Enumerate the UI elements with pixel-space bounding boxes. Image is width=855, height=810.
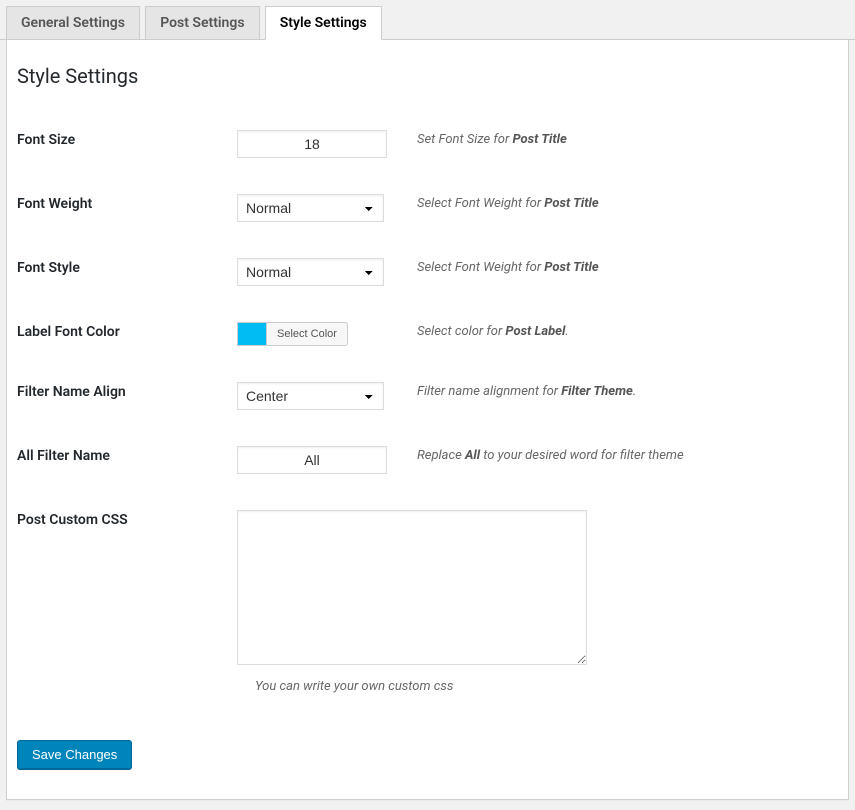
- filter-name-align-label: Filter Name Align: [17, 364, 237, 428]
- font-weight-select[interactable]: Normal: [237, 194, 384, 222]
- post-custom-css-textarea[interactable]: [237, 510, 587, 665]
- all-filter-name-label: All Filter Name: [17, 428, 237, 492]
- label-color-description: Select color for Post Label.: [417, 304, 838, 364]
- settings-tabs: General Settings Post Settings Style Set…: [0, 0, 855, 40]
- all-filter-name-input[interactable]: [237, 446, 387, 474]
- style-settings-panel: Style Settings Font Size Set Font Size f…: [6, 40, 849, 800]
- color-swatch[interactable]: [237, 322, 267, 346]
- filter-name-align-select[interactable]: Center: [237, 382, 384, 410]
- page-title: Style Settings: [17, 64, 838, 88]
- tab-style-settings[interactable]: Style Settings: [265, 6, 382, 40]
- save-changes-button[interactable]: Save Changes: [17, 740, 132, 769]
- tab-general-settings[interactable]: General Settings: [6, 6, 140, 40]
- select-color-button[interactable]: Select Color: [267, 322, 348, 346]
- settings-form: Font Size Set Font Size for Post Title F…: [17, 112, 838, 712]
- font-style-select[interactable]: Normal: [237, 258, 384, 286]
- font-size-label: Font Size: [17, 112, 237, 176]
- all-filter-description: Replace All to your desired word for fil…: [417, 428, 838, 492]
- filter-align-description: Filter name alignment for Filter Theme.: [417, 364, 838, 428]
- font-style-label: Font Style: [17, 240, 237, 304]
- font-size-description: Set Font Size for Post Title: [417, 112, 838, 176]
- font-size-input[interactable]: [237, 130, 387, 158]
- label-font-color-label: Label Font Color: [17, 304, 237, 364]
- font-style-description: Select Font Weight for Post Title: [417, 240, 838, 304]
- tab-post-settings[interactable]: Post Settings: [145, 6, 259, 40]
- font-weight-description: Select Font Weight for Post Title: [417, 176, 838, 240]
- post-custom-css-label: Post Custom CSS: [17, 492, 237, 712]
- font-weight-label: Font Weight: [17, 176, 237, 240]
- custom-css-description: You can write your own custom css: [237, 679, 823, 694]
